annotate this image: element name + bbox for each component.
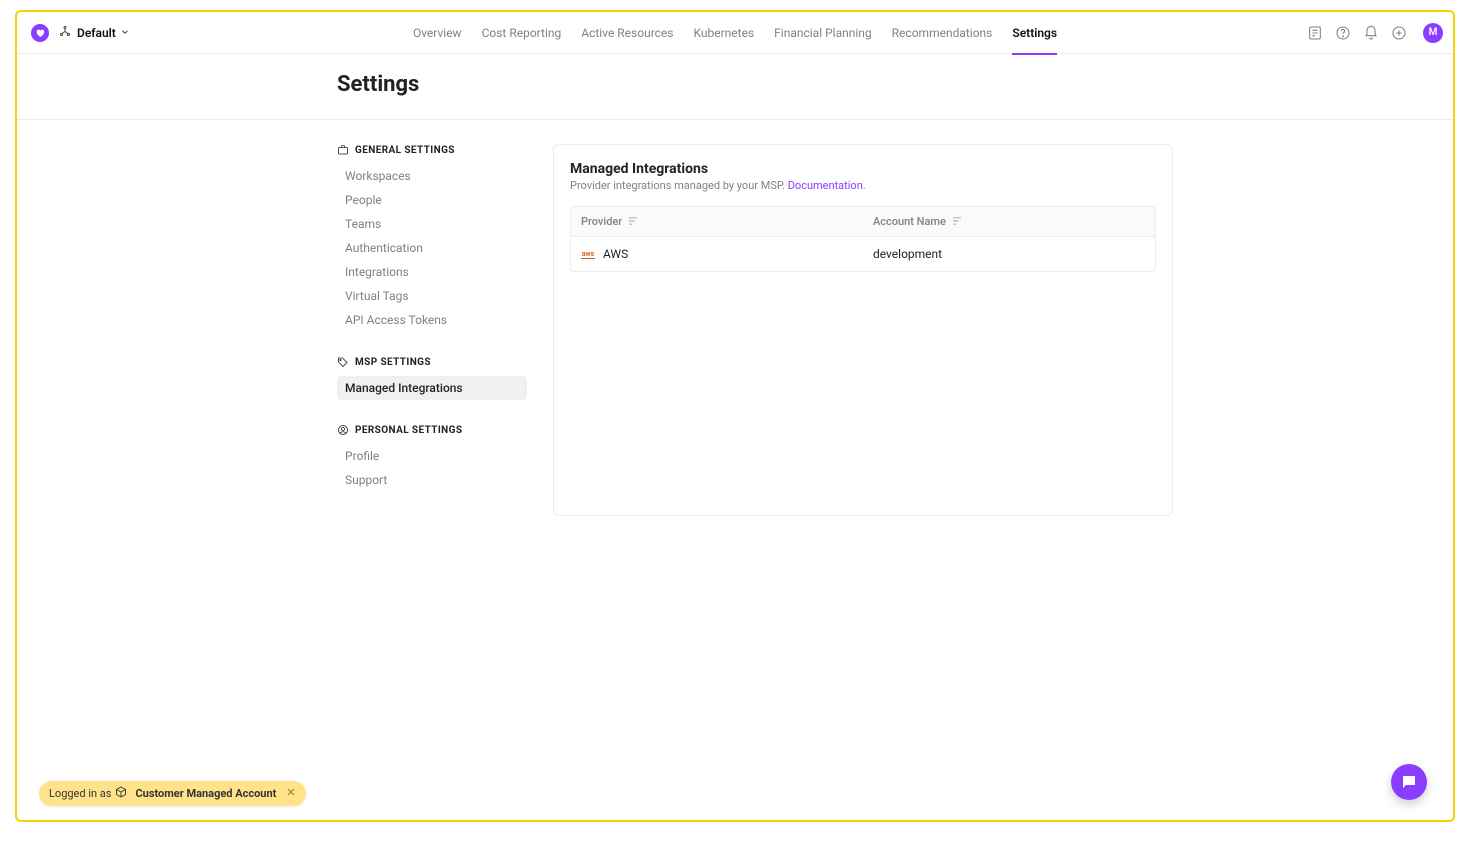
nav-kubernetes[interactable]: Kubernetes <box>683 12 764 54</box>
briefcase-icon <box>337 144 349 156</box>
section-header-personal: PERSONAL SETTINGS <box>337 424 527 436</box>
page-title: Settings <box>337 72 1453 97</box>
documentation-link[interactable]: Documentation. <box>788 179 866 192</box>
nav-overview[interactable]: Overview <box>403 12 472 54</box>
changelog-icon[interactable] <box>1307 25 1323 41</box>
user-circle-icon <box>337 424 349 436</box>
sidebar-item-integrations[interactable]: Integrations <box>337 260 527 284</box>
workspace-label: Default <box>77 26 116 40</box>
tag-icon <box>337 356 349 368</box>
nav-financial-planning[interactable]: Financial Planning <box>764 12 882 54</box>
heart-check-icon <box>35 28 45 38</box>
sidebar-item-virtual-tags[interactable]: Virtual Tags <box>337 284 527 308</box>
cell-provider: aws AWS <box>571 237 863 271</box>
section-header-msp: MSP SETTINGS <box>337 356 527 368</box>
col-account-name[interactable]: Account Name <box>863 207 1155 236</box>
sidebar-item-people[interactable]: People <box>337 188 527 212</box>
login-status-pill: Logged in as Customer Managed Account <box>39 781 306 806</box>
table-header: Provider Account Name <box>571 207 1155 237</box>
plus-circle-icon[interactable] <box>1391 25 1407 41</box>
pill-account-type: Customer Managed Account <box>135 787 276 800</box>
panel-subtitle: Provider integrations managed by your MS… <box>570 179 1156 192</box>
nav-active-resources[interactable]: Active Resources <box>571 12 683 54</box>
sort-icon <box>628 215 638 228</box>
sidebar-item-profile[interactable]: Profile <box>337 444 527 468</box>
settings-sidebar: GENERAL SETTINGS Workspaces People Teams… <box>337 144 527 516</box>
panel-title: Managed Integrations <box>570 161 1156 177</box>
nav-cost-reporting[interactable]: Cost Reporting <box>472 12 572 54</box>
sort-icon <box>952 215 962 228</box>
sidebar-item-authentication[interactable]: Authentication <box>337 236 527 260</box>
top-nav: Overview Cost Reporting Active Resources… <box>17 12 1453 54</box>
aws-icon: aws <box>581 249 595 259</box>
hierarchy-icon <box>59 25 71 40</box>
managed-integrations-panel: Managed Integrations Provider integratio… <box>553 144 1173 516</box>
sidebar-item-api-tokens[interactable]: API Access Tokens <box>337 308 527 332</box>
content: GENERAL SETTINGS Workspaces People Teams… <box>17 120 1453 516</box>
topbar: Default Overview Cost Reporting Active R… <box>17 12 1453 54</box>
nav-recommendations[interactable]: Recommendations <box>882 12 1003 54</box>
cell-account: development <box>863 237 1155 271</box>
avatar[interactable]: M <box>1423 23 1443 43</box>
header-actions: M <box>1307 23 1443 43</box>
sidebar-item-teams[interactable]: Teams <box>337 212 527 236</box>
pill-prefix: Logged in as <box>49 787 111 800</box>
app-logo[interactable] <box>31 24 49 42</box>
bell-icon[interactable] <box>1363 25 1379 41</box>
sidebar-item-support[interactable]: Support <box>337 468 527 492</box>
nav-settings[interactable]: Settings <box>1002 12 1067 54</box>
chat-fab[interactable] <box>1391 764 1427 800</box>
app-frame: Default Overview Cost Reporting Active R… <box>15 10 1455 822</box>
sidebar-item-workspaces[interactable]: Workspaces <box>337 164 527 188</box>
integrations-table: Provider Account Name aws <box>570 206 1156 272</box>
col-provider[interactable]: Provider <box>571 207 863 236</box>
sidebar-item-managed-integrations[interactable]: Managed Integrations <box>337 376 527 400</box>
chat-icon <box>1400 773 1418 791</box>
cube-icon <box>115 786 127 801</box>
section-header-general: GENERAL SETTINGS <box>337 144 527 156</box>
chevron-down-icon <box>120 26 130 40</box>
title-area: Settings <box>17 54 1453 120</box>
help-icon[interactable] <box>1335 25 1351 41</box>
table-row[interactable]: aws AWS development <box>571 237 1155 271</box>
close-icon[interactable] <box>286 787 296 800</box>
workspace-switcher[interactable]: Default <box>59 25 130 40</box>
